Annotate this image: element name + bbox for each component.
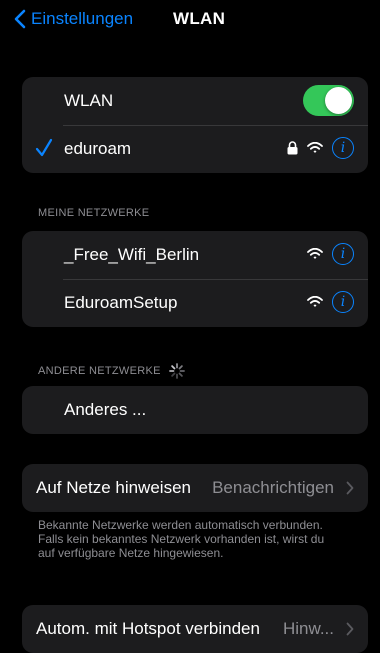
other-network-label: Anderes ... bbox=[64, 400, 147, 419]
ask-to-join-row[interactable]: Auf Netze hinweisen Benachrichtigen bbox=[22, 464, 368, 512]
wifi-icon bbox=[307, 296, 323, 307]
chevron-right-icon bbox=[346, 481, 354, 495]
page-title: WLAN bbox=[173, 9, 226, 28]
network-status-icons: i bbox=[307, 291, 354, 313]
my-networks-group: _Free_Wifi_Berlin i EduroamSetup i bbox=[22, 231, 368, 327]
wifi-icon bbox=[307, 248, 323, 259]
auto-hotspot-row[interactable]: Autom. mit Hotspot verbinden Hinw... bbox=[22, 605, 368, 653]
network-status-icons: i bbox=[287, 137, 354, 159]
back-button[interactable]: Einstellungen bbox=[14, 9, 133, 29]
wlan-toggle-row: WLAN bbox=[22, 77, 368, 125]
back-button-label: Einstellungen bbox=[31, 9, 134, 28]
info-button[interactable]: i bbox=[332, 243, 354, 265]
info-button[interactable]: i bbox=[332, 137, 354, 159]
checkmark-icon bbox=[35, 138, 53, 157]
navigation-bar: Einstellungen WLAN bbox=[0, 0, 380, 44]
other-network-row[interactable]: Anderes ... bbox=[22, 386, 368, 434]
network-name: eduroam bbox=[64, 139, 132, 158]
connected-network-row[interactable]: eduroam i bbox=[22, 125, 368, 173]
wlan-toggle[interactable] bbox=[303, 85, 354, 116]
network-name: EduroamSetup bbox=[64, 293, 178, 312]
network-status-icons: i bbox=[307, 243, 354, 265]
network-row[interactable]: _Free_Wifi_Berlin i bbox=[22, 231, 368, 279]
chevron-right-icon bbox=[346, 622, 354, 636]
toggle-knob bbox=[325, 87, 352, 114]
lock-icon bbox=[287, 141, 298, 155]
other-networks-group: Anderes ... bbox=[22, 386, 368, 434]
ask-to-join-value: Benachrichtigen bbox=[212, 478, 334, 497]
ask-to-join-label: Auf Netze hinweisen bbox=[36, 478, 191, 497]
auto-hotspot-group: Autom. mit Hotspot verbinden Hinw... bbox=[22, 605, 368, 653]
wifi-icon bbox=[307, 142, 323, 153]
wlan-group: WLAN eduroam i bbox=[22, 77, 368, 173]
other-networks-header: ANDERE NETZWERKE bbox=[38, 362, 186, 380]
other-networks-header-label: ANDERE NETZWERKE bbox=[38, 365, 161, 377]
network-name: _Free_Wifi_Berlin bbox=[64, 245, 200, 264]
info-button[interactable]: i bbox=[332, 291, 354, 313]
my-networks-header: MEINE NETZWERKE bbox=[38, 207, 150, 219]
chevron-left-icon bbox=[14, 9, 26, 29]
wlan-toggle-label: WLAN bbox=[64, 91, 114, 110]
network-row[interactable]: EduroamSetup i bbox=[22, 279, 368, 327]
ask-to-join-footer: Bekannte Netzwerke werden automatisch ve… bbox=[38, 518, 325, 560]
ask-to-join-group: Auf Netze hinweisen Benachrichtigen bbox=[22, 464, 368, 512]
loading-spinner-icon bbox=[168, 363, 185, 379]
auto-hotspot-value: Hinw... bbox=[282, 619, 334, 638]
auto-hotspot-label: Autom. mit Hotspot verbinden bbox=[36, 619, 260, 638]
